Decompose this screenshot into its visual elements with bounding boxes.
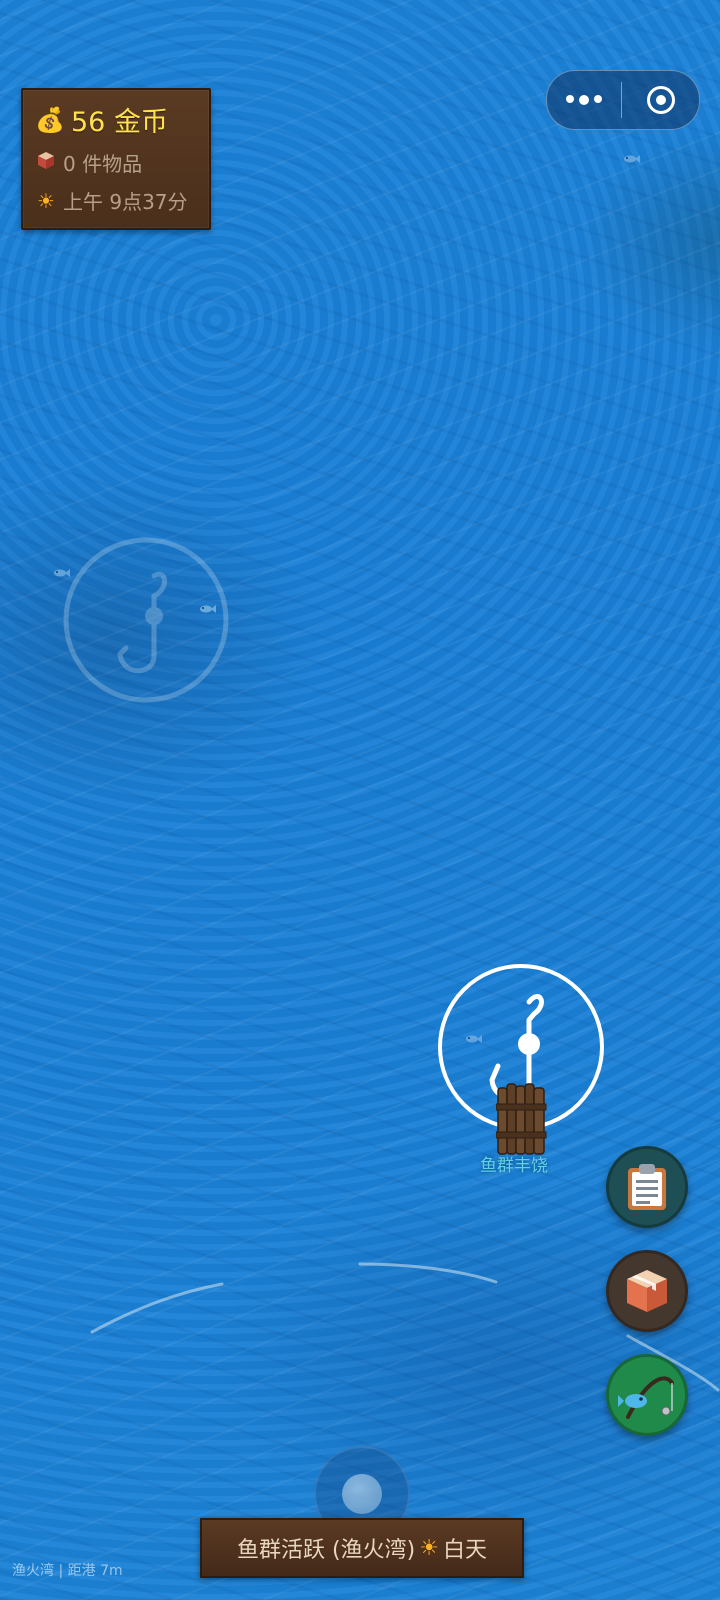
- joystick-knob[interactable]: [342, 1474, 382, 1514]
- target-close-icon: [646, 86, 675, 114]
- sun-icon: ☀: [37, 188, 55, 213]
- inventory-button[interactable]: [606, 1250, 688, 1332]
- money-bag-icon: 💰: [35, 105, 65, 134]
- game-clock: 上午 9点37分: [63, 190, 188, 214]
- small-fish-icon: [624, 155, 640, 163]
- clipboard-icon: [628, 1164, 666, 1210]
- more-dots-icon: [566, 95, 602, 105]
- close-button[interactable]: [622, 71, 699, 129]
- sun-icon: ☀: [419, 1535, 439, 1561]
- items-count: 0 件物品: [63, 152, 143, 176]
- tasks-button[interactable]: [606, 1146, 688, 1228]
- player-raft[interactable]: [496, 1082, 548, 1158]
- gold-row: 💰 56 金币: [35, 100, 168, 139]
- fishing-rod-icon: [618, 1376, 674, 1419]
- fishing-button[interactable]: [606, 1354, 688, 1436]
- box-icon: [35, 150, 57, 175]
- miniprogram-capsule: [546, 70, 700, 130]
- package-icon: [627, 1270, 667, 1312]
- event-banner: 鱼群活跃 (渔火湾) ☀ 白天: [200, 1518, 524, 1578]
- time-row: ☀ 上午 9点37分: [35, 186, 188, 215]
- spot-status-label: 鱼群丰饶: [480, 1156, 548, 1176]
- items-row: 0 件物品: [35, 148, 142, 177]
- ocean-surface: [0, 0, 720, 1600]
- location-distance-text: 渔火湾 | 距港 7m: [12, 1563, 123, 1579]
- banner-event-text: 鱼群活跃 (渔火湾): [237, 1538, 416, 1563]
- status-panel: 💰 56 金币 0 件物品 ☀ 上午 9点37分: [21, 88, 211, 230]
- more-button[interactable]: [547, 71, 621, 129]
- banner-phase-text: 白天: [442, 1538, 487, 1563]
- gold-count: 56 金币: [71, 107, 168, 138]
- fishing-spot-faded[interactable]: [62, 536, 230, 704]
